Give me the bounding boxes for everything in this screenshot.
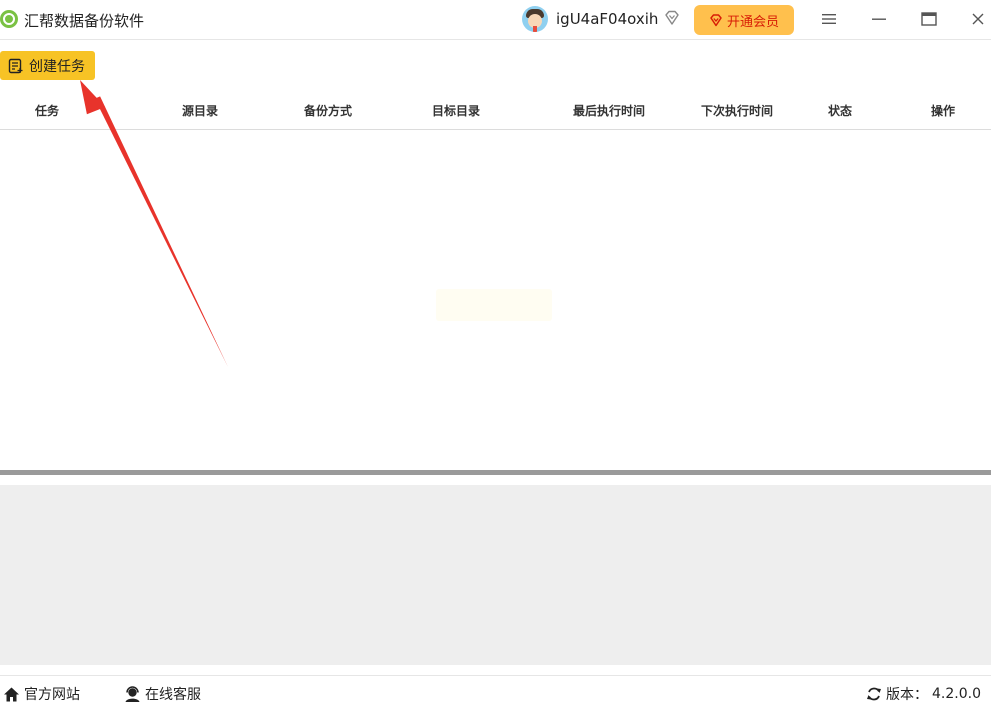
minimize-icon: [872, 18, 886, 20]
version-info: 版本： 4.2.0.0: [866, 684, 981, 704]
status-bar: 官方网站 在线客服 版本： 4.2.0.0: [0, 675, 991, 707]
task-list-icon: [8, 58, 23, 73]
vip-button[interactable]: 开通会员: [694, 5, 794, 35]
app-logo-icon: [0, 10, 18, 28]
official-website-link[interactable]: 官方网站: [3, 684, 80, 704]
column-header-last-run: 最后执行时间: [572, 104, 646, 118]
title-bar: 汇帮数据备份软件 igU4aF04oxih 开通会员: [0, 0, 991, 40]
diamond-icon[interactable]: [663, 9, 681, 27]
log-panel: [0, 485, 991, 665]
online-support-link[interactable]: 在线客服: [124, 684, 201, 704]
column-header-target: 目标目录: [431, 104, 481, 118]
column-header-source: 源目录: [181, 104, 219, 118]
menu-button[interactable]: [818, 8, 840, 30]
maximize-icon: [921, 12, 937, 26]
task-table-body: [0, 131, 991, 470]
vip-button-label: 开通会员: [726, 14, 779, 30]
hamburger-menu-icon: [822, 14, 836, 24]
create-task-label: 创建任务: [29, 58, 85, 75]
panel-splitter[interactable]: [0, 470, 991, 475]
maximize-button[interactable]: [918, 8, 940, 30]
username[interactable]: igU4aF04oxih: [556, 10, 658, 28]
home-icon: [4, 687, 19, 701]
app-title: 汇帮数据备份软件: [24, 12, 145, 30]
vip-diamond-icon: [710, 14, 722, 27]
task-table-header: 任务 源目录 备份方式 目标目录 最后执行时间 下次执行时间 状态 操作: [0, 90, 991, 130]
customer-service-icon: [125, 685, 140, 702]
version-value: 4.2.0.0: [932, 686, 981, 702]
user-avatar[interactable]: [522, 6, 548, 32]
refresh-icon[interactable]: [866, 686, 882, 702]
column-header-task: 任务: [34, 104, 60, 118]
close-icon: [972, 13, 984, 25]
column-header-status: 状态: [827, 104, 853, 118]
column-header-actions: 操作: [930, 104, 956, 118]
online-support-label: 在线客服: [145, 687, 201, 703]
toolbar: 创建任务: [0, 40, 991, 90]
version-label: 版本：: [886, 687, 929, 703]
create-task-button[interactable]: 创建任务: [0, 51, 95, 80]
official-website-label: 官方网站: [24, 687, 80, 703]
column-header-backup-mode: 备份方式: [303, 104, 353, 118]
column-header-next-run: 下次执行时间: [700, 104, 774, 118]
minimize-button[interactable]: [868, 8, 890, 30]
close-button[interactable]: [967, 8, 989, 30]
empty-placeholder: [436, 289, 552, 321]
